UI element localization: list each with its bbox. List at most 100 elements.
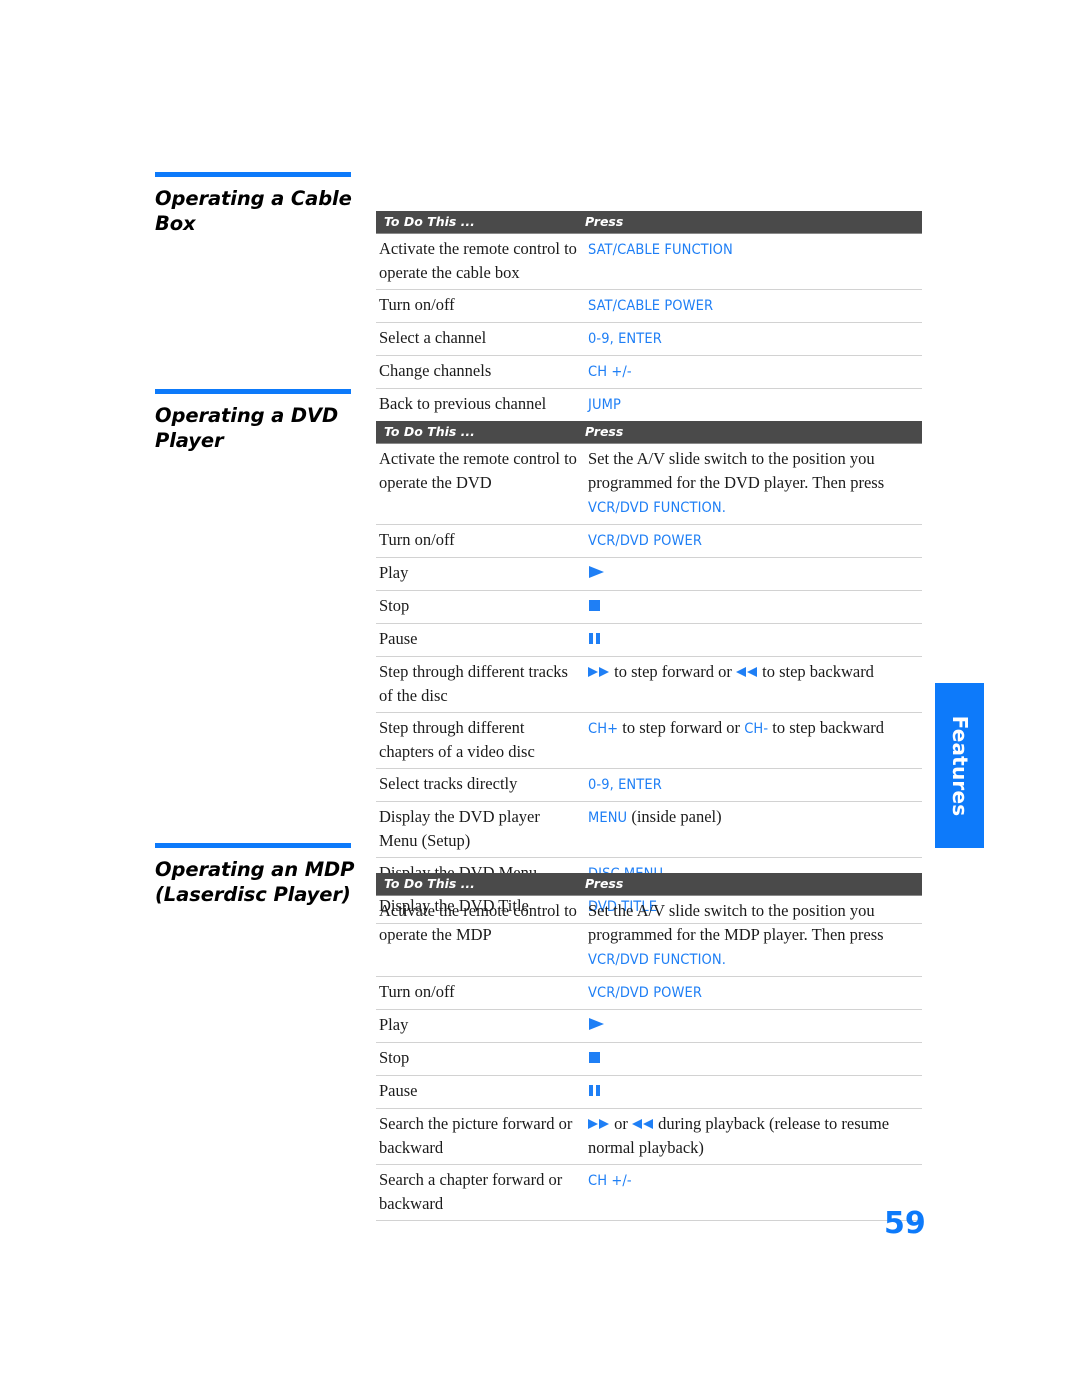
remote-key-label: JUMP bbox=[588, 397, 621, 413]
remote-key-label: VCR/DVD FUNCTION. bbox=[588, 500, 726, 516]
remote-key-label: CH- bbox=[744, 721, 769, 737]
page-number: 59 bbox=[884, 1206, 926, 1241]
stop-icon bbox=[588, 599, 601, 612]
table-row: Turn on/off VCR/DVD POWER bbox=[376, 977, 922, 1010]
table-header-row: To Do This ... Press bbox=[376, 211, 922, 234]
todo-cell: Activate the remote control to operate t… bbox=[379, 449, 577, 492]
remote-function-table: To Do This ... Press Activate the remote c… bbox=[376, 421, 922, 924]
side-tab-features: Features bbox=[935, 683, 984, 848]
todo-cell: Pause bbox=[379, 629, 418, 648]
press-cell: Set the A/V slide switch to the position… bbox=[588, 901, 884, 968]
todo-cell: Search a chapter forward or backward bbox=[379, 1170, 563, 1213]
press-cell bbox=[579, 594, 922, 618]
remote-function-table: To Do This ... Press Activate the remote c… bbox=[376, 873, 922, 1221]
todo-cell: Pause bbox=[379, 1081, 418, 1100]
press-cell bbox=[579, 1046, 922, 1070]
remote-key-label: CH +/- bbox=[588, 364, 632, 380]
column-header-todo: To Do This ... bbox=[384, 876, 475, 891]
remote-function-table: To Do This ... Press Activate the remote c… bbox=[376, 211, 922, 422]
press-cell: or during playback (release to resume no… bbox=[588, 1114, 890, 1157]
remote-key-label: VCR/DVD POWER bbox=[588, 985, 703, 1001]
table-row: Back to previous channel JUMP bbox=[376, 389, 922, 422]
press-cell: CH+ to step forward or CH- to step backw… bbox=[588, 718, 885, 737]
press-cell: VCR/DVD POWER bbox=[579, 528, 922, 553]
press-cell bbox=[579, 1013, 922, 1037]
press-cell: JUMP bbox=[579, 392, 922, 417]
table-row: Stop bbox=[376, 1043, 922, 1076]
column-header-press: Press bbox=[585, 424, 624, 439]
side-tab-label: Features bbox=[947, 715, 972, 816]
table-row: Pause bbox=[376, 624, 922, 657]
table-row: Stop bbox=[376, 591, 922, 624]
todo-cell: Change channels bbox=[379, 361, 492, 380]
table-row: Search the picture forward or backward o… bbox=[376, 1109, 922, 1165]
press-cell: CH +/- bbox=[579, 1168, 922, 1193]
table-row: Activate the remote control to operate t… bbox=[376, 234, 922, 290]
column-header-press: Press bbox=[585, 214, 624, 229]
todo-cell: Activate the remote control to operate t… bbox=[379, 901, 577, 944]
remote-key-label: CH+ bbox=[588, 721, 619, 737]
todo-cell: Select a channel bbox=[379, 328, 487, 347]
todo-cell: Stop bbox=[379, 596, 410, 615]
table-row: Step through different tracks of the dis… bbox=[376, 657, 922, 713]
todo-cell: Play bbox=[379, 563, 409, 582]
play-icon bbox=[588, 1017, 606, 1031]
remote-key-label: VCR/DVD POWER bbox=[588, 533, 703, 549]
table-row: Select a channel 0-9, ENTER bbox=[376, 323, 922, 356]
remote-key-label: 0-9, ENTER bbox=[588, 331, 662, 347]
table-row: Activate the remote control to operate t… bbox=[376, 444, 922, 525]
section-heading: Operating a DVD Player bbox=[155, 404, 339, 452]
press-cell: SAT/CABLE FUNCTION bbox=[579, 237, 922, 262]
section-heading-block: Operating a Cable Box bbox=[155, 172, 355, 236]
table-row: Play bbox=[376, 1010, 922, 1043]
section-accent-rule bbox=[155, 172, 351, 177]
section-heading-block: Operating a DVD Player bbox=[155, 389, 355, 453]
press-cell bbox=[579, 627, 922, 651]
manual-page: Operating a Cable Box To Do This ... Press… bbox=[0, 0, 1080, 1397]
todo-cell: Stop bbox=[379, 1048, 410, 1067]
section-heading: Operating a Cable Box bbox=[155, 187, 352, 235]
pause-icon bbox=[588, 632, 601, 645]
press-cell: Set the A/V slide switch to the position… bbox=[588, 449, 885, 516]
rewind-icon bbox=[632, 1118, 654, 1130]
press-cell: SAT/CABLE POWER bbox=[579, 293, 922, 318]
remote-key-label: CH +/- bbox=[588, 1173, 632, 1189]
remote-key-label: SAT/CABLE POWER bbox=[588, 298, 714, 314]
column-header-todo: To Do This ... bbox=[384, 214, 475, 229]
press-cell: 0-9, ENTER bbox=[579, 326, 922, 351]
column-header-press: Press bbox=[585, 876, 624, 891]
section-heading: Operating an MDP (Laserdisc Player) bbox=[155, 858, 355, 906]
table-row: Step through different chapters of a vid… bbox=[376, 713, 922, 769]
press-cell bbox=[579, 561, 922, 585]
todo-cell: Step through different chapters of a vid… bbox=[379, 718, 535, 761]
section-accent-rule bbox=[155, 843, 351, 848]
todo-cell: Back to previous channel bbox=[379, 394, 547, 413]
column-header-todo: To Do This ... bbox=[384, 424, 475, 439]
press-cell: MENU (inside panel) bbox=[588, 807, 722, 826]
todo-cell: Play bbox=[379, 1015, 409, 1034]
remote-key-label: VCR/DVD FUNCTION. bbox=[588, 952, 726, 968]
todo-cell: Display the DVD player Menu (Setup) bbox=[379, 807, 540, 850]
section-accent-rule bbox=[155, 389, 351, 394]
press-cell bbox=[579, 1079, 922, 1103]
remote-key-label: MENU bbox=[588, 810, 628, 826]
todo-cell: Turn on/off bbox=[379, 295, 455, 314]
todo-cell: Search the picture forward or backward bbox=[379, 1114, 573, 1157]
remote-key-label: SAT/CABLE FUNCTION bbox=[588, 242, 733, 258]
press-cell: VCR/DVD POWER bbox=[579, 980, 922, 1005]
press-cell: to step forward or to step backward bbox=[579, 660, 922, 684]
todo-cell: Step through different tracks of the dis… bbox=[379, 662, 568, 705]
table-header-row: To Do This ... Press bbox=[376, 873, 922, 896]
table-row: Activate the remote control to operate t… bbox=[376, 896, 922, 977]
todo-cell: Turn on/off bbox=[379, 530, 455, 549]
table-row: Turn on/off VCR/DVD POWER bbox=[376, 525, 922, 558]
rewind-icon bbox=[736, 666, 758, 678]
fast-forward-icon bbox=[588, 1118, 610, 1130]
stop-icon bbox=[588, 1051, 601, 1064]
table-row: Select tracks directly 0-9, ENTER bbox=[376, 769, 922, 802]
table-row: Pause bbox=[376, 1076, 922, 1109]
table-row: Search a chapter forward or backward CH +… bbox=[376, 1165, 922, 1221]
table-row: Display the DVD player Menu (Setup) MENU … bbox=[376, 802, 922, 858]
todo-cell: Activate the remote control to operate t… bbox=[379, 239, 577, 282]
table-row: Play bbox=[376, 558, 922, 591]
